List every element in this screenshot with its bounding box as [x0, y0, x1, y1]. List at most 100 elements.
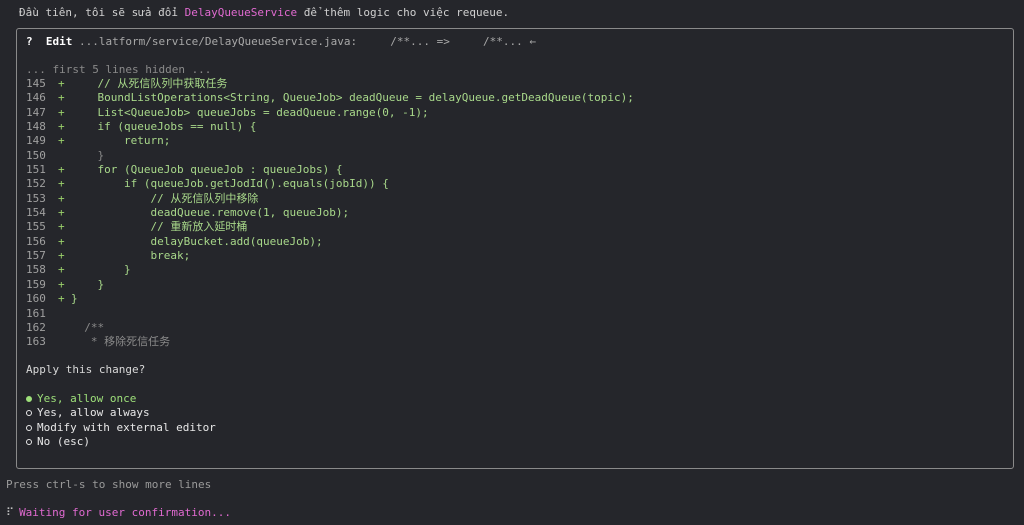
diff-line: 150 }: [26, 149, 634, 163]
code-text: if (queueJob.getJodId().equals(jobId)) {: [71, 177, 389, 191]
line-number: 146: [26, 91, 46, 105]
code-text: // 从死信队列中获取任务: [71, 77, 228, 90]
intro-prefix: Đầu tiên, tôi sẽ sửa đổi: [19, 6, 185, 19]
diff-view: 145 + // 从死信队列中获取任务 146 + BoundListOperatio…: [26, 77, 634, 350]
diff-marker: +: [58, 263, 65, 277]
code-text: break;: [71, 249, 191, 263]
edit-file-path: ...latform/service/DelayQueueService.jav…: [72, 35, 530, 48]
diff-line: 147 + List<QueueJob> queueJobs = deadQueu…: [26, 106, 634, 120]
code-text: /**: [71, 320, 105, 334]
spinner-icon: ⠏: [6, 506, 15, 519]
status-text: Waiting for user confirmation...: [19, 506, 231, 519]
diff-line: 161: [26, 307, 634, 321]
edit-title: Edit: [45, 35, 73, 48]
diff-marker: +: [58, 292, 65, 306]
diff-line: 154 + deadQueue.remove(1, queueJob);: [26, 206, 634, 220]
diff-marker: [58, 307, 71, 321]
diff-line: 148 + if (queueJobs == null) {: [26, 120, 634, 134]
line-number: 152: [26, 177, 46, 191]
code-text: }: [71, 277, 105, 291]
option-label: Yes, allow always: [37, 406, 150, 420]
radio-empty-icon: [26, 439, 32, 446]
radio-selected-icon: [26, 396, 32, 403]
code-text: // 从死信队列中移除: [71, 191, 259, 205]
intro-class-name: DelayQueueService: [184, 6, 298, 19]
diff-line: 152 + if (queueJob.getJodId().equals(jobI…: [26, 177, 634, 191]
code-text: * 移除死信任务: [71, 335, 171, 349]
radio-empty-icon: [26, 410, 32, 417]
radio-empty-icon: [26, 424, 32, 431]
diff-line: 162 /**: [26, 321, 634, 335]
diff-line: 151 + for (QueueJob queueJob : queueJobs)…: [26, 163, 634, 177]
line-number: 156: [26, 234, 46, 248]
intro-message: Đầu tiên, tôi sẽ sửa đổi DelayQueueServi…: [19, 5, 509, 21]
diff-marker: +: [58, 220, 65, 234]
diff-marker: +: [58, 277, 65, 291]
diff-marker: +: [58, 177, 65, 191]
diff-marker: +: [58, 105, 65, 119]
line-number: 155: [26, 220, 46, 234]
diff-marker: +: [58, 163, 65, 177]
option-4[interactable]: No (esc): [26, 435, 216, 449]
diff-marker: +: [58, 249, 65, 263]
line-number: 159: [26, 277, 46, 291]
code-text: for (QueueJob queueJob : queueJobs) {: [71, 163, 343, 177]
diff-marker: +: [58, 134, 65, 148]
option-2[interactable]: Yes, allow always: [26, 406, 216, 420]
code-text: if (queueJobs == null) {: [71, 120, 257, 134]
diff-line: 158 + }: [26, 263, 634, 277]
diff-line: 149 + return;: [26, 134, 634, 148]
option-1[interactable]: Yes, allow once: [26, 392, 216, 406]
diff-line: 163 * 移除死信任务: [26, 335, 634, 349]
question-mark-icon: ?: [26, 35, 33, 48]
line-number: 154: [26, 206, 46, 220]
intro-suffix: để thêm logic cho việc requeue.: [297, 6, 510, 19]
diff-line: 160 +}: [26, 292, 634, 306]
option-label: Yes, allow once: [37, 392, 137, 405]
diff-line: 153 + // 从死信队列中移除: [26, 192, 634, 206]
line-number: 147: [26, 105, 46, 119]
line-number: 161: [26, 306, 46, 320]
diff-marker: [58, 321, 71, 335]
options-list: Yes, allow once Yes, allow always Modify w…: [26, 392, 216, 449]
line-number: 145: [26, 77, 46, 90]
diff-marker: +: [58, 234, 65, 248]
diff-marker: +: [58, 77, 65, 90]
code-text: // 重新放入延时桶: [71, 220, 248, 234]
diff-line: 145 + // 从死信队列中获取任务: [26, 77, 634, 91]
edit-confirmation-panel: ? Edit ...latform/service/DelayQueueServ…: [16, 28, 1014, 469]
diff-marker: +: [58, 191, 65, 205]
code-text: List<QueueJob> queueJobs = deadQueue.ran…: [71, 105, 429, 119]
option-label: Modify with external editor: [37, 420, 216, 434]
apply-question: Apply this change?: [26, 363, 146, 376]
line-number: 148: [26, 120, 46, 134]
line-number: 151: [26, 163, 46, 177]
code-text: }: [71, 148, 105, 162]
diff-marker: +: [58, 206, 65, 220]
diff-line: 156 + delayBucket.add(queueJob);: [26, 235, 634, 249]
option-3[interactable]: Modify with external editor: [26, 421, 216, 435]
code-text: return;: [71, 134, 171, 148]
diff-line: 146 + BoundListOperations<String, QueueJo…: [26, 91, 634, 105]
option-label: No (esc): [37, 434, 90, 448]
line-number: 163: [26, 335, 46, 349]
show-more-hint: Press ctrl-s to show more lines: [6, 478, 212, 491]
code-text: deadQueue.remove(1, queueJob);: [71, 206, 350, 220]
line-number: 149: [26, 134, 46, 148]
diff-marker: +: [58, 120, 65, 134]
diff-marker: [58, 149, 71, 163]
line-number: 157: [26, 249, 46, 263]
line-number: 153: [26, 191, 46, 205]
status-line: ⠏ Waiting for user confirmation...: [6, 505, 231, 521]
code-text: delayBucket.add(queueJob);: [71, 234, 323, 248]
line-number: 162: [26, 320, 46, 334]
code-text: }: [71, 292, 78, 306]
hidden-lines-note: ... first 5 lines hidden ...: [26, 63, 212, 76]
diff-marker: +: [58, 91, 65, 105]
diff-line: 159 + }: [26, 278, 634, 292]
line-number: 158: [26, 263, 46, 277]
line-number: 150: [26, 148, 46, 162]
diff-line: 157 + break;: [26, 249, 634, 263]
code-text: BoundListOperations<String, QueueJob> de…: [71, 91, 634, 105]
code-text: }: [71, 263, 131, 277]
